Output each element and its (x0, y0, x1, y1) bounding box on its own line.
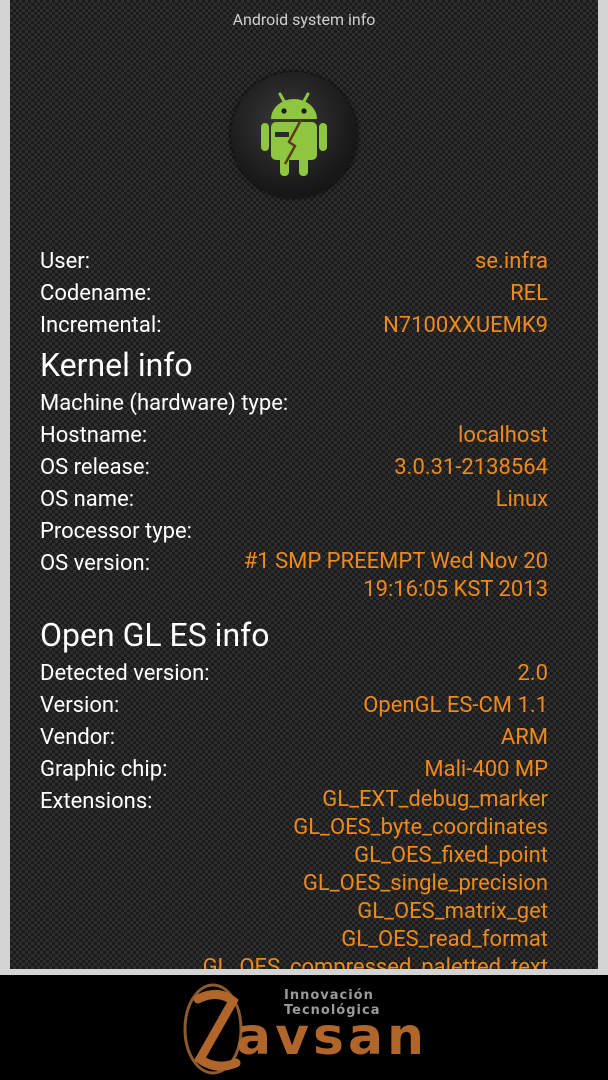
info-row-codename: Codename: REL (40, 278, 548, 310)
os-version-line-2: 19:16:05 KST 2013 (363, 577, 548, 602)
info-label: OS version: (40, 551, 151, 576)
extension-item: GL_OES_single_precision (302, 871, 548, 896)
info-label: Codename: (40, 281, 152, 306)
info-panel[interactable]: Android system info User: se.infra Coden… (10, 0, 598, 969)
extensions-list: GL_EXT_debug_marker GL_OES_byte_coordina… (203, 786, 548, 969)
info-label: Incremental: (40, 313, 162, 338)
brand-tagline-line-1: Innovación (284, 988, 374, 1003)
info-value: #1 SMP PREEMPT Wed Nov 20 19:16:05 KST 2… (244, 548, 548, 604)
info-value: ARM (500, 725, 548, 750)
info-label: Graphic chip: (40, 757, 168, 782)
info-value: se.infra (475, 249, 548, 274)
info-row-incremental: Incremental: N7100XXUEMK9 (40, 310, 548, 342)
info-content: User: se.infra Codename: REL Incremental… (40, 246, 548, 969)
info-label: Processor type: (40, 519, 192, 544)
extension-item: GL_OES_matrix_get (357, 899, 548, 924)
info-row-user: User: se.infra (40, 246, 548, 278)
info-value: localhost (458, 423, 548, 448)
info-value: REL (510, 281, 548, 306)
extension-item: GL_OES_fixed_point (354, 843, 548, 868)
info-row-os-version: OS version: #1 SMP PREEMPT Wed Nov 20 19… (40, 548, 548, 604)
opengl-info-heading: Open GL ES info (40, 616, 270, 654)
info-label: Extensions: (40, 789, 153, 814)
os-version-line-1: #1 SMP PREEMPT Wed Nov 20 (243, 549, 548, 574)
info-label: OS name: (40, 487, 135, 512)
info-row-vendor: Vendor: ARM (40, 722, 548, 754)
kernel-info-heading: Kernel info (40, 346, 193, 384)
info-row-extensions: Extensions: GL_EXT_debug_marker GL_OES_b… (40, 786, 548, 969)
info-label: Version: (40, 693, 120, 718)
info-value: 2.0 (517, 661, 548, 686)
extension-item: GL_OES_read_format (341, 927, 548, 952)
info-row-os-release: OS release: 3.0.31-2138564 (40, 452, 548, 484)
info-label: Vendor: (40, 725, 116, 750)
extension-item: GL_OES_compressed_paletted_text (202, 955, 548, 969)
info-label: Machine (hardware) type: (40, 391, 289, 416)
watermark-banner: Innovación Tecnológica avsan (0, 975, 608, 1080)
info-row-detected-version: Detected version: 2.0 (40, 658, 548, 690)
info-row-processor-type: Processor type: (40, 516, 548, 548)
info-value: OpenGL ES-CM 1.1 (363, 693, 548, 718)
app-window: Android system info User: se.infra Coden… (0, 0, 608, 975)
info-label: Hostname: (40, 423, 148, 448)
app-title: Android system info (232, 10, 376, 29)
brand-name: avsan (236, 1007, 429, 1067)
info-label: Detected version: (40, 661, 210, 686)
extension-item: GL_OES_byte_coordinates (293, 815, 548, 840)
info-row-os-name: OS name: Linux (40, 484, 548, 516)
info-row-graphic-chip: Graphic chip: Mali-400 MP (40, 754, 548, 786)
info-label: User: (40, 249, 91, 274)
info-value: Linux (495, 487, 548, 512)
info-value: N7100XXUEMK9 (383, 313, 548, 338)
info-label: OS release: (40, 455, 150, 480)
android-robot-icon (231, 72, 357, 198)
info-row-version: Version: OpenGL ES-CM 1.1 (40, 690, 548, 722)
info-row-machine-type: Machine (hardware) type: (40, 388, 548, 420)
info-row-hostname: Hostname: localhost (40, 420, 548, 452)
info-value: 3.0.31-2138564 (394, 455, 548, 480)
info-value: Mali-400 MP (424, 757, 548, 782)
extension-item: GL_EXT_debug_marker (322, 787, 548, 812)
